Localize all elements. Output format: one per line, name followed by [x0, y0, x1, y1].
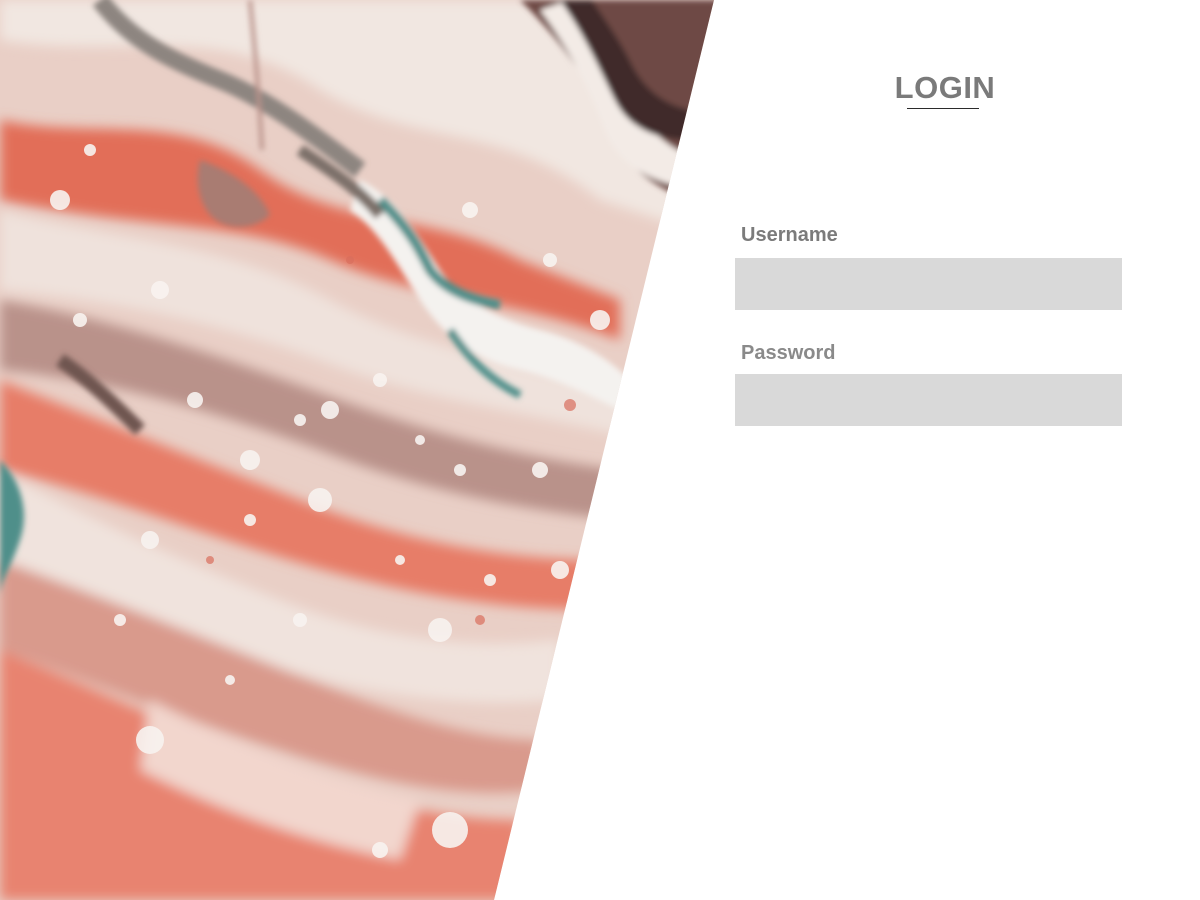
login-title-underline [907, 108, 979, 109]
login-page: LOGIN Username Password [0, 0, 1200, 900]
username-input[interactable] [735, 258, 1122, 310]
username-label: Username [741, 224, 838, 246]
marble-fluid-art-image [0, 0, 714, 900]
password-input[interactable] [735, 374, 1122, 426]
login-title: LOGIN [894, 70, 996, 105]
password-label: Password [741, 342, 836, 364]
marble-art-svg [0, 0, 714, 900]
